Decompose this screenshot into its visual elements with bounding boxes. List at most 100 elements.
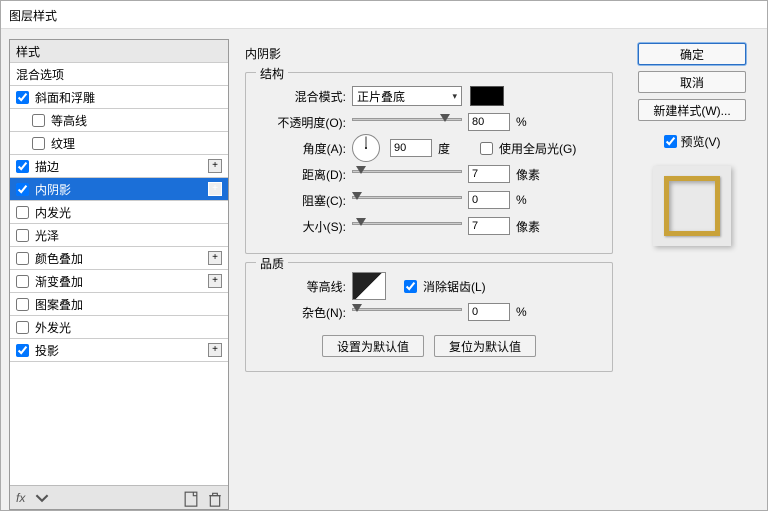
angle-dial[interactable] — [352, 134, 380, 162]
antialias-label: 消除锯齿(L) — [423, 278, 486, 295]
dialog-body: 样式 混合选项 斜面和浮雕等高线纹理描边+内阴影+内发光光泽颜色叠加+渐变叠加+… — [1, 29, 767, 510]
noise-input[interactable] — [468, 303, 510, 321]
noise-slider[interactable] — [352, 305, 462, 319]
distance-row: 距离(D): 像素 — [258, 161, 600, 187]
preview-toggle: 预览(V) — [664, 133, 721, 150]
preview-label: 预览(V) — [681, 133, 721, 150]
sidebar-item-0[interactable]: 斜面和浮雕 — [10, 86, 228, 109]
sidebar-item-checkbox[interactable] — [16, 321, 29, 334]
global-light-checkbox[interactable] — [480, 142, 493, 155]
sidebar-item-label: 内发光 — [35, 204, 71, 221]
sidebar-item-checkbox[interactable] — [32, 137, 45, 150]
styles-header[interactable]: 样式 — [10, 40, 228, 63]
sidebar-item-5[interactable]: 内发光 — [10, 201, 228, 224]
make-default-button[interactable]: 设置为默认值 — [322, 335, 424, 357]
sidebar-item-label: 颜色叠加 — [35, 250, 83, 267]
choke-input[interactable] — [468, 191, 510, 209]
sidebar-item-6[interactable]: 光泽 — [10, 224, 228, 247]
sidebar-item-7[interactable]: 颜色叠加 + — [10, 247, 228, 270]
sidebar-item-checkbox[interactable] — [16, 206, 29, 219]
default-buttons-row: 设置为默认值 复位为默认值 — [258, 335, 600, 357]
choke-unit: % — [516, 193, 552, 207]
plus-icon[interactable]: + — [208, 182, 222, 196]
structure-legend: 结构 — [256, 65, 288, 82]
dialog-title: 图层样式 — [9, 9, 57, 23]
quality-legend: 品质 — [256, 255, 288, 272]
plus-icon[interactable]: + — [208, 274, 222, 288]
plus-icon[interactable]: + — [208, 251, 222, 265]
angle-input[interactable] — [390, 139, 432, 157]
size-unit: 像素 — [516, 218, 552, 235]
sidebar-item-10[interactable]: 外发光 — [10, 316, 228, 339]
antialias-checkbox[interactable] — [404, 280, 417, 293]
sidebar-item-label: 内阴影 — [35, 181, 71, 198]
trash-icon[interactable] — [208, 491, 222, 505]
sidebar-item-11[interactable]: 投影 + — [10, 339, 228, 362]
page-icon[interactable] — [184, 491, 198, 505]
opacity-input[interactable] — [468, 113, 510, 131]
blend-mode-row: 混合模式: 正片叠底 ▾ — [258, 83, 600, 109]
sidebar-item-1[interactable]: 等高线 — [10, 109, 228, 132]
sidebar-item-checkbox[interactable] — [16, 183, 29, 196]
noise-unit: % — [516, 305, 552, 319]
sidebar-item-checkbox[interactable] — [16, 91, 29, 104]
sidebar-item-8[interactable]: 渐变叠加+ — [10, 270, 228, 293]
distance-input[interactable] — [468, 165, 510, 183]
size-slider[interactable] — [352, 219, 462, 233]
sidebar-item-2[interactable]: 纹理 — [10, 132, 228, 155]
sidebar-item-label: 投影 — [35, 342, 59, 359]
sidebar-item-checkbox[interactable] — [16, 160, 29, 173]
blend-mode-value: 正片叠底 — [357, 88, 405, 105]
quality-fieldset: 品质 等高线: 消除锯齿(L) 杂色(N): % 设置为默认值 复位为默认 — [245, 262, 613, 372]
angle-row: 角度(A): 度 使用全局光(G) — [258, 135, 600, 161]
structure-fieldset: 结构 混合模式: 正片叠底 ▾ 不透明度(O): % 角度(A): — [245, 72, 613, 254]
sidebar-footer: fx — [10, 485, 228, 509]
styles-header-label: 样式 — [16, 43, 40, 60]
noise-row: 杂色(N): % — [258, 299, 600, 325]
sidebar-item-checkbox[interactable] — [16, 298, 29, 311]
choke-label: 阻塞(C): — [258, 192, 346, 209]
right-panel: 确定 取消 新建样式(W)... 预览(V) — [625, 39, 759, 510]
sidebar-item-label: 纹理 — [51, 135, 75, 152]
sidebar-item-checkbox[interactable] — [16, 229, 29, 242]
distance-slider[interactable] — [352, 167, 462, 181]
preview-checkbox[interactable] — [664, 135, 677, 148]
dialog-titlebar: 图层样式 — [1, 1, 767, 29]
color-swatch[interactable] — [470, 86, 504, 106]
styles-list: 样式 混合选项 斜面和浮雕等高线纹理描边+内阴影+内发光光泽颜色叠加+渐变叠加+… — [10, 40, 228, 485]
sidebar-item-label: 斜面和浮雕 — [35, 89, 95, 106]
size-input[interactable] — [468, 217, 510, 235]
preview-box — [653, 166, 731, 246]
ok-button[interactable]: 确定 — [638, 43, 746, 65]
layer-style-dialog: 图层样式 样式 混合选项 斜面和浮雕等高线纹理描边+ 内阴影 + 内发光光泽颜色叠加 +… — [0, 0, 768, 511]
sidebar-item-checkbox[interactable] — [16, 344, 29, 357]
distance-label: 距离(D): — [258, 166, 346, 183]
sidebar-item-9[interactable]: 图案叠加 — [10, 293, 228, 316]
sidebar-item-3[interactable]: 描边+ — [10, 155, 228, 178]
cancel-button[interactable]: 取消 — [638, 71, 746, 93]
chevron-down-icon[interactable] — [35, 491, 49, 505]
size-label: 大小(S): — [258, 218, 346, 235]
contour-label: 等高线: — [258, 278, 346, 295]
noise-label: 杂色(N): — [258, 304, 346, 321]
opacity-row: 不透明度(O): % — [258, 109, 600, 135]
dropdown-arrows-icon: ▾ — [452, 91, 457, 102]
angle-unit: 度 — [438, 140, 474, 157]
sidebar-item-checkbox[interactable] — [16, 275, 29, 288]
sidebar-item-4[interactable]: 内阴影 + — [10, 178, 228, 201]
blend-mode-select[interactable]: 正片叠底 ▾ — [352, 86, 462, 106]
sidebar-item-checkbox[interactable] — [16, 252, 29, 265]
contour-picker[interactable] — [352, 272, 386, 300]
plus-icon[interactable]: + — [208, 159, 222, 173]
reset-default-button[interactable]: 复位为默认值 — [434, 335, 536, 357]
opacity-slider[interactable] — [352, 115, 462, 129]
sidebar-item-checkbox[interactable] — [32, 114, 45, 127]
opacity-label: 不透明度(O): — [258, 114, 346, 131]
angle-label: 角度(A): — [258, 140, 346, 157]
new-style-button[interactable]: 新建样式(W)... — [638, 99, 746, 121]
fx-label[interactable]: fx — [16, 491, 25, 505]
choke-row: 阻塞(C): % — [258, 187, 600, 213]
plus-icon[interactable]: + — [208, 343, 222, 357]
choke-slider[interactable] — [352, 193, 462, 207]
blend-options-row[interactable]: 混合选项 — [10, 63, 228, 86]
